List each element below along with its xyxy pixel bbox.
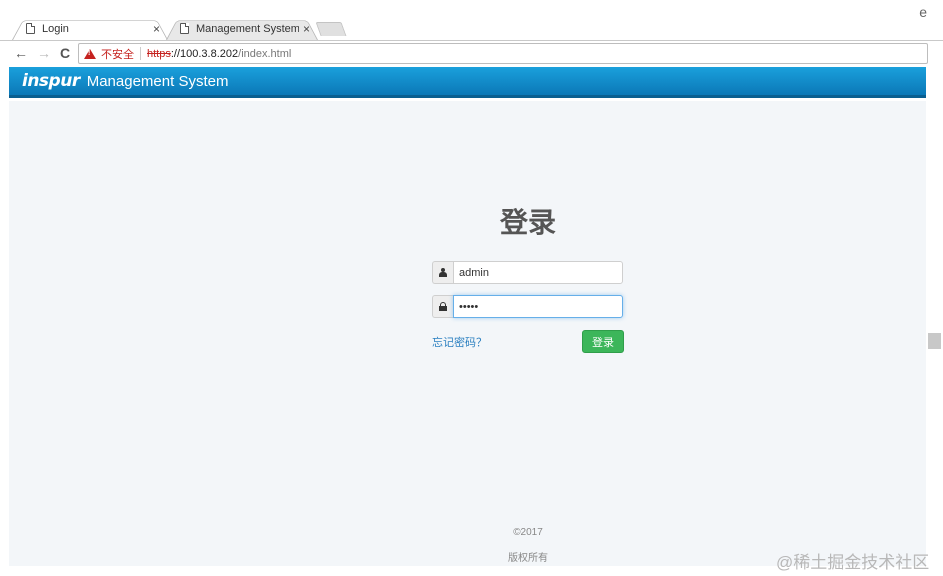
page-icon xyxy=(180,23,189,34)
user-icon xyxy=(432,261,453,284)
login-button[interactable]: 登录 xyxy=(582,330,624,353)
app-header: inspur Management System xyxy=(9,67,926,98)
url-host: ://100.3.8.202 xyxy=(170,47,239,60)
url-path: /index.html xyxy=(238,47,292,60)
password-input[interactable] xyxy=(453,295,623,318)
tab-strip: Login × Management System × e xyxy=(0,0,943,40)
copyright-text: ©2017 xyxy=(513,527,543,538)
tab-management-system[interactable]: Management System × xyxy=(166,17,318,40)
browser-window: Login × Management System × e ← → C 不安全 … xyxy=(0,0,943,576)
login-page: 登录 忘记密码？ 登录 xyxy=(9,101,926,566)
forward-arrow-icon[interactable]: → xyxy=(37,45,51,61)
tab-label: Login xyxy=(42,22,69,35)
watermark: @稀土掘金技术社区 xyxy=(776,553,930,572)
security-status[interactable]: 不安全 xyxy=(101,46,134,62)
close-icon[interactable]: × xyxy=(303,22,310,36)
inspur-logo: inspur xyxy=(22,71,80,91)
profile-icon[interactable]: e xyxy=(919,4,927,20)
username-input[interactable] xyxy=(453,261,623,284)
password-field xyxy=(432,295,623,318)
login-title: 登录 xyxy=(499,207,556,238)
app-title: Management System xyxy=(86,72,229,90)
username-field xyxy=(432,261,623,284)
tab-label: Management System xyxy=(196,22,299,35)
address-bar[interactable]: 不安全 https ://100.3.8.202 /index.html xyxy=(78,43,928,64)
divider xyxy=(140,47,141,60)
browser-toolbar: ← → C 不安全 https ://100.3.8.202 /index.ht… xyxy=(0,40,943,66)
new-tab-button[interactable] xyxy=(315,22,347,36)
lock-icon xyxy=(432,295,453,318)
back-arrow-icon[interactable]: ← xyxy=(14,45,28,61)
tab-login[interactable]: Login × xyxy=(12,17,168,40)
forgot-password-link[interactable]: 忘记密码？ xyxy=(432,334,487,350)
page-icon xyxy=(26,23,35,34)
warning-icon xyxy=(84,48,96,59)
reload-icon[interactable]: C xyxy=(60,45,70,61)
url-scheme: https xyxy=(147,47,171,60)
close-icon[interactable]: × xyxy=(153,22,160,36)
scrollbar-thumb[interactable] xyxy=(928,333,941,349)
